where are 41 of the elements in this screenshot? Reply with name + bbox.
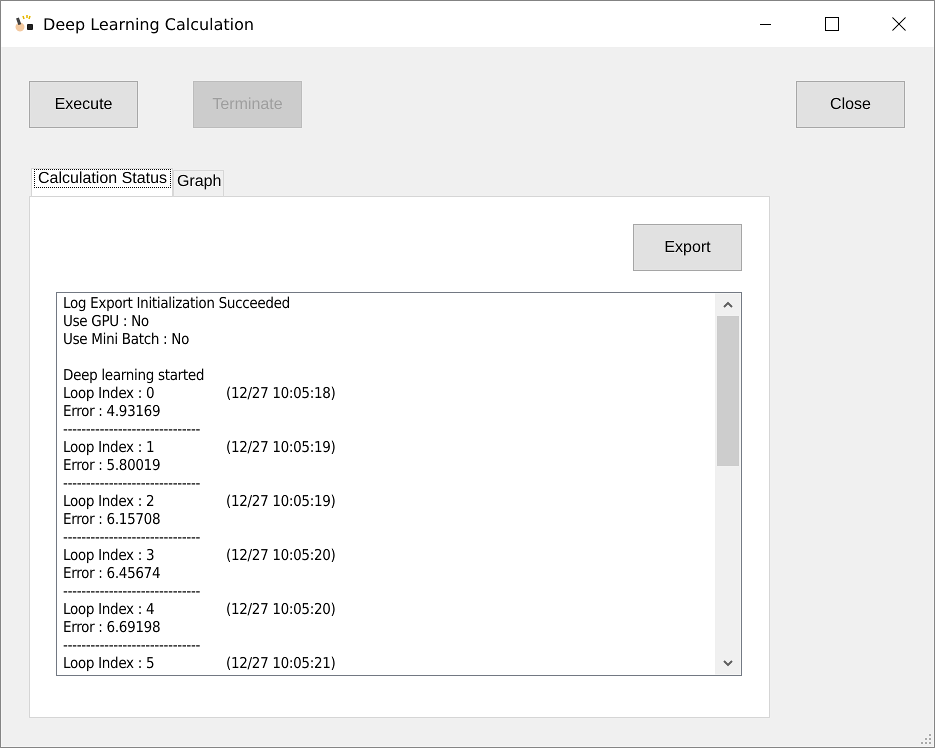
log-timestamp: (12/27 10:05:20) — [226, 600, 337, 618]
log-line: Loop Index : 5 — [63, 654, 156, 672]
log-line: Loop Index : 4 — [63, 600, 156, 618]
close-button[interactable]: Close — [796, 81, 905, 128]
export-button[interactable]: Export — [633, 224, 742, 271]
log-line: Error : 6.69198 — [63, 618, 162, 636]
log-line: Use Mini Batch : No — [63, 330, 190, 348]
log-line: Loop Index : 1 — [63, 438, 156, 456]
log-line: Error : 6.15708 — [63, 510, 162, 528]
scrollbar[interactable] — [715, 293, 741, 675]
scroll-down-icon[interactable] — [723, 660, 733, 667]
app-icon — [14, 14, 36, 34]
log-timestamp: (12/27 10:05:18) — [226, 384, 337, 402]
tab[interactable]: Graph — [172, 170, 224, 196]
log-line: Error : 4.93169 — [63, 402, 162, 420]
scroll-up-icon[interactable] — [723, 301, 733, 308]
maximize-icon[interactable] — [825, 17, 839, 31]
log-timestamp: (12/27 10:05:21) — [226, 654, 337, 672]
log-line: ------------------------------ — [63, 636, 202, 654]
log-line: ------------------------------ — [63, 474, 202, 492]
window-title: Deep Learning Calculation — [43, 14, 254, 34]
log-textbox[interactable] — [56, 292, 742, 676]
log-line: ------------------------------ — [63, 528, 202, 546]
log-line: Log Export Initialization Succeeded — [63, 294, 291, 312]
resize-grip-icon[interactable] — [921, 734, 931, 744]
log-timestamp: (12/27 10:05:19) — [226, 438, 337, 456]
log-line: Loop Index : 2 — [63, 492, 156, 510]
log-line: ------------------------------ — [63, 420, 202, 438]
close-icon[interactable] — [892, 17, 906, 31]
scrollbar-thumb[interactable] — [717, 316, 739, 466]
tab[interactable]: Calculation Status — [31, 168, 173, 196]
log-line: ------------------------------ — [63, 582, 202, 600]
action-button[interactable]: Execute — [29, 81, 138, 128]
log-line: Use GPU : No — [63, 312, 150, 330]
log-line: Deep learning started — [63, 366, 206, 384]
log-line: Loop Index : 3 — [63, 546, 156, 564]
log-line: Error : 5.80019 — [63, 456, 162, 474]
log-timestamp: (12/27 10:05:19) — [226, 492, 337, 510]
log-line: Loop Index : 0 — [63, 384, 156, 402]
log-timestamp: (12/27 10:05:20) — [226, 546, 337, 564]
log-line: Error : 6.45674 — [63, 564, 162, 582]
